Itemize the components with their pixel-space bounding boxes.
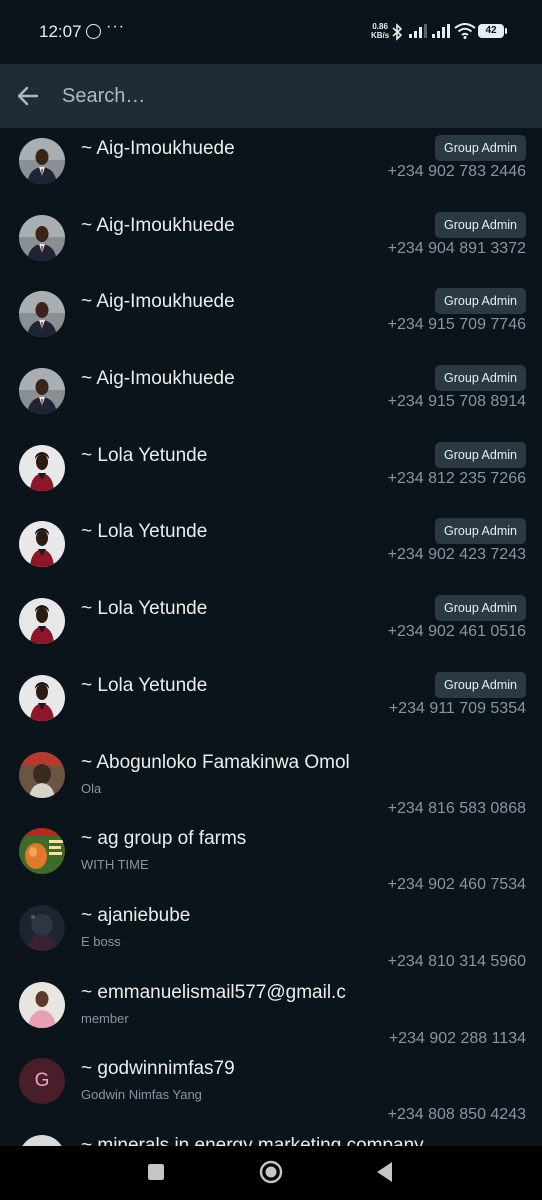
member-avatar[interactable]	[19, 828, 65, 875]
member-row[interactable]: G ~ godwinnimfas79 Godwin Nimfas Yang +234 …	[0, 1048, 542, 1125]
member-phone: +234 915 708 8914	[387, 393, 526, 411]
member-name: ~ minerals in energy marketing company	[81, 1134, 424, 1146]
member-row[interactable]: ~ Lola Yetunde Group Admin +234 902 423 72…	[0, 511, 542, 588]
bluetooth-icon	[392, 23, 403, 41]
network-speed-unit: KB/s	[371, 31, 390, 40]
member-name: ~ Abogunloko Famakinwa Omol	[81, 751, 350, 773]
member-row[interactable]: ~ minerals in energy marketing company	[0, 1125, 542, 1146]
member-about: member	[81, 1010, 129, 1026]
member-name: ~ Lola Yetunde	[81, 674, 208, 696]
avatar-letter: G	[34, 1070, 50, 1092]
group-admin-badge: Group Admin	[435, 441, 526, 468]
member-name: ~ ajaniebube	[81, 904, 191, 926]
member-phone: +234 902 460 7534	[387, 876, 526, 894]
member-avatar[interactable]	[19, 674, 65, 721]
member-phone: +234 904 891 3372	[387, 239, 526, 257]
member-name: ~ Aig-Imoukhuede	[81, 291, 235, 313]
back-arrow-icon[interactable]	[14, 82, 42, 110]
battery-indicator: 42	[478, 24, 507, 38]
member-name: ~ Lola Yetunde	[81, 521, 208, 543]
member-avatar[interactable]	[19, 521, 65, 568]
member-name: ~ Aig-Imoukhuede	[81, 214, 235, 236]
member-about: WITH TIME	[81, 857, 149, 873]
group-admin-badge: Group Admin	[435, 365, 526, 392]
member-row[interactable]: ~ Aig-Imoukhuede Group Admin +234 902 783 …	[0, 128, 542, 205]
member-phone: +234 902 423 7243	[387, 546, 526, 564]
wifi-icon	[454, 23, 476, 39]
member-phone: +234 810 314 5960	[387, 952, 526, 970]
member-phone: +234 911 709 5354	[388, 699, 526, 717]
member-avatar[interactable]	[19, 751, 65, 798]
home-button[interactable]	[241, 1146, 301, 1200]
member-avatar[interactable]	[19, 904, 65, 951]
member-avatar[interactable]	[19, 981, 65, 1028]
status-bar: 12:07 ··· 0.86 KB/s 42	[0, 0, 542, 64]
network-speed-value: 0.86	[372, 22, 388, 31]
member-name: ~ Lola Yetunde	[81, 444, 208, 466]
member-row[interactable]: ~ ajaniebube E boss +234 810 314 5960	[0, 895, 542, 972]
member-row[interactable]: ~ Abogunloko Famakinwa Omol Ola +234 816 5…	[0, 742, 542, 819]
member-avatar[interactable]	[19, 598, 65, 645]
member-about: Ola	[81, 780, 102, 796]
member-phone: +234 915 709 7746	[387, 316, 526, 334]
member-avatar[interactable]	[19, 1134, 65, 1146]
member-row[interactable]: ~ emmanuelismail577@gmail.c member +234 90…	[0, 972, 542, 1049]
navigation-bar	[0, 1146, 542, 1200]
recents-button[interactable]	[126, 1146, 186, 1200]
search-input[interactable]	[62, 80, 522, 112]
member-phone: +234 902 783 2446	[387, 163, 526, 180]
group-admin-badge: Group Admin	[435, 595, 526, 622]
back-button[interactable]	[355, 1146, 415, 1200]
member-phone: +234 902 461 0516	[387, 623, 526, 641]
more-notifications-icon: ···	[106, 18, 125, 35]
member-avatar[interactable]	[19, 214, 65, 261]
group-admin-badge: Group Admin	[435, 288, 526, 315]
member-avatar[interactable]	[19, 138, 65, 184]
whatsapp-icon	[86, 24, 101, 39]
member-phone: +234 808 850 4243	[387, 1106, 526, 1124]
member-row[interactable]: ~ Aig-Imoukhuede Group Admin +234 904 891 …	[0, 205, 542, 282]
group-admin-badge: Group Admin	[435, 135, 526, 161]
member-row[interactable]: ~ Lola Yetunde Group Admin +234 902 461 05…	[0, 588, 542, 665]
group-admin-badge: Group Admin	[435, 518, 526, 545]
member-name: ~ Aig-Imoukhuede	[81, 368, 235, 390]
member-row[interactable]: ~ ag group of farms WITH TIME +234 902 460…	[0, 818, 542, 895]
search-header	[0, 64, 542, 128]
member-row[interactable]: ~ Lola Yetunde Group Admin +234 911 709 53…	[0, 665, 542, 742]
member-name: ~ ag group of farms	[81, 828, 247, 850]
member-avatar[interactable]: G	[19, 1058, 65, 1105]
group-admin-badge: Group Admin	[435, 671, 526, 698]
member-row[interactable]: ~ Aig-Imoukhuede Group Admin +234 915 709 …	[0, 281, 542, 358]
member-row[interactable]: ~ Lola Yetunde Group Admin +234 812 235 72…	[0, 435, 542, 512]
member-about: Godwin Nimfas Yang	[81, 1087, 202, 1103]
status-time: 12:07	[39, 22, 82, 41]
member-avatar[interactable]	[19, 291, 65, 338]
signal-2-icon	[432, 24, 450, 38]
member-about: E boss	[81, 933, 121, 949]
member-phone: +234 902 288 1134	[388, 1029, 526, 1047]
member-avatar[interactable]	[19, 368, 65, 415]
member-phone: +234 816 583 0868	[387, 799, 526, 817]
member-avatar[interactable]	[19, 444, 65, 491]
group-admin-badge: Group Admin	[435, 211, 526, 238]
member-phone: +234 812 235 7266	[387, 469, 526, 487]
member-name: ~ emmanuelismail577@gmail.c	[81, 981, 346, 1003]
member-name: ~ godwinnimfas79	[81, 1058, 235, 1080]
member-row[interactable]: ~ Aig-Imoukhuede Group Admin +234 915 708 …	[0, 358, 542, 435]
member-name: ~ Lola Yetunde	[81, 598, 208, 620]
network-speed: 0.86 KB/s	[371, 22, 389, 40]
signal-1-icon	[409, 24, 427, 38]
member-list[interactable]: ~ Aig-Imoukhuede Group Admin +234 902 783 …	[0, 128, 542, 1146]
member-name: ~ Aig-Imoukhuede	[81, 138, 235, 159]
